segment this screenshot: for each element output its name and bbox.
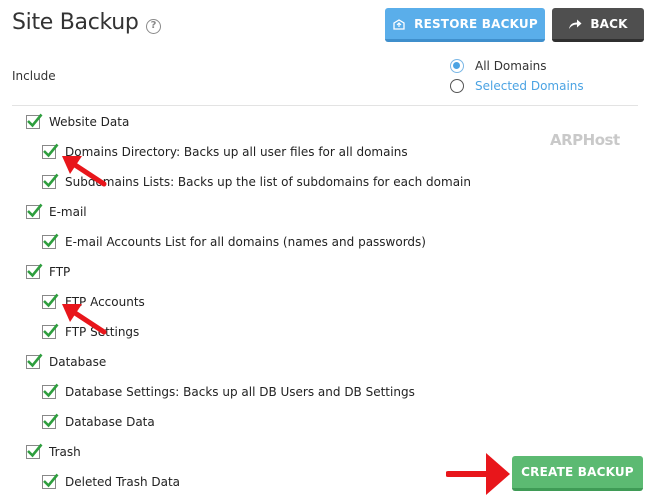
option-database[interactable]: Database (26, 353, 107, 369)
header: Site Backup ? RESTORE BACKUP BACK (0, 0, 650, 50)
option-deleted-trash-data[interactable]: Deleted Trash Data (42, 473, 181, 489)
restore-backup-button[interactable]: RESTORE BACKUP (385, 8, 545, 42)
upload-box-icon (393, 18, 405, 30)
option-email-accounts[interactable]: E-mail Accounts List for all domains (na… (42, 233, 426, 249)
checkbox-checked-icon[interactable] (42, 413, 59, 429)
page-title: Site Backup (12, 10, 139, 35)
help-icon[interactable]: ? (146, 19, 161, 34)
option-email[interactable]: E-mail (26, 203, 87, 219)
create-backup-button[interactable]: CREATE BACKUP (512, 456, 643, 491)
checkbox-checked-icon[interactable] (42, 473, 59, 489)
back-button[interactable]: BACK (552, 8, 644, 42)
option-trash[interactable]: Trash (26, 443, 81, 459)
option-database-data[interactable]: Database Data (42, 413, 155, 429)
checkbox-checked-icon[interactable] (42, 173, 59, 189)
checkbox-checked-icon[interactable] (26, 113, 43, 129)
option-label: Database Settings: Backs up all DB Users… (65, 385, 415, 399)
option-label: Database Data (65, 415, 155, 429)
option-label: E-mail Accounts List for all domains (na… (65, 235, 426, 249)
radio-all-domains[interactable]: All Domains (450, 59, 547, 73)
checkbox-checked-icon[interactable] (42, 323, 59, 339)
divider (12, 105, 638, 106)
option-label: Domains Directory: Backs up all user fil… (65, 145, 408, 159)
radio-selected-domains-label[interactable]: Selected Domains (475, 79, 584, 93)
option-label: E-mail (49, 205, 87, 219)
option-label: FTP (49, 265, 71, 279)
checkbox-checked-icon[interactable] (26, 353, 43, 369)
red-arrow-icon (62, 304, 107, 335)
checkbox-checked-icon[interactable] (42, 293, 59, 309)
radio-selected-icon[interactable] (450, 59, 464, 73)
option-label: Trash (49, 445, 81, 459)
checkbox-checked-icon[interactable] (26, 203, 43, 219)
option-label: Database (49, 355, 107, 369)
red-arrow-icon (446, 453, 510, 495)
watermark: ARPHost (550, 131, 620, 149)
checkbox-checked-icon[interactable] (26, 263, 43, 279)
red-arrow-icon (62, 156, 107, 187)
radio-selected-domains[interactable]: Selected Domains (450, 79, 584, 93)
include-label: Include (12, 69, 56, 83)
checkbox-checked-icon[interactable] (42, 143, 59, 159)
share-arrow-icon (569, 19, 582, 29)
back-label: BACK (590, 16, 628, 31)
checkbox-checked-icon[interactable] (42, 383, 59, 399)
checkbox-checked-icon[interactable] (26, 443, 43, 459)
checkbox-checked-icon[interactable] (42, 233, 59, 249)
restore-backup-label: RESTORE BACKUP (414, 16, 538, 31)
option-database-settings[interactable]: Database Settings: Backs up all DB Users… (42, 383, 415, 399)
option-label: Deleted Trash Data (65, 475, 181, 489)
radio-all-domains-label: All Domains (475, 59, 547, 73)
option-label: Subdomains Lists: Backs up the list of s… (65, 175, 471, 189)
radio-unselected-icon[interactable] (450, 79, 464, 93)
option-label: Website Data (49, 115, 130, 129)
option-website-data[interactable]: Website Data (26, 113, 130, 129)
option-ftp[interactable]: FTP (26, 263, 71, 279)
